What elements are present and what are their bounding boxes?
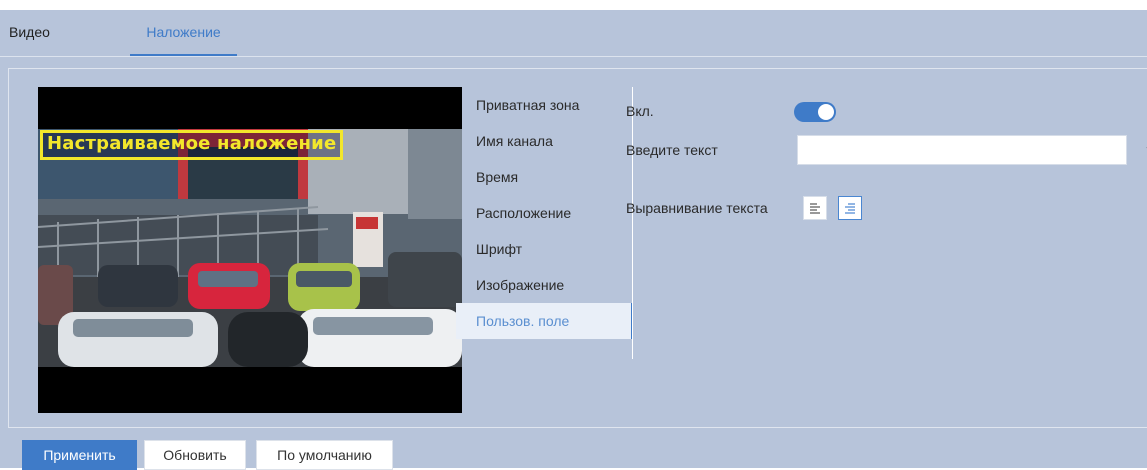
settings-panel: Видео Наложение Настраиваемое наложение … <box>0 10 1147 470</box>
menu-item-custom-field[interactable]: Пользов. поле <box>456 303 633 339</box>
custom-overlay-text: Настраиваемое наложение <box>40 130 344 160</box>
menu-item-font[interactable]: Шрифт <box>456 231 633 267</box>
apply-button[interactable]: Применить <box>22 440 137 470</box>
text-label: Введите текст <box>626 142 718 158</box>
overlay-content: Настраиваемое наложение Приватная зона И… <box>8 68 1147 428</box>
menu-item-channel-name[interactable]: Имя канала <box>456 123 633 159</box>
video-preview: Настраиваемое наложение <box>38 87 462 413</box>
align-right-icon <box>845 203 855 214</box>
menu-item-privacy-zone[interactable]: Приватная зона <box>456 87 633 123</box>
align-label: Выравнивание текста <box>626 200 768 216</box>
align-left-icon <box>810 203 820 214</box>
enable-toggle[interactable] <box>794 102 836 122</box>
tab-bar: Видео Наложение <box>0 10 1147 57</box>
tab-overlay[interactable]: Наложение <box>130 10 237 56</box>
refresh-button[interactable]: Обновить <box>144 440 246 470</box>
tab-video[interactable]: Видео <box>9 10 50 55</box>
menu-divider <box>632 87 633 359</box>
default-button[interactable]: По умолчанию <box>256 440 393 470</box>
align-right-button[interactable] <box>838 196 862 220</box>
overlay-menu: Приватная зона Имя канала Время Располож… <box>456 87 633 339</box>
enable-label: Вкл. <box>626 103 654 119</box>
menu-item-time[interactable]: Время <box>456 159 633 195</box>
menu-item-location[interactable]: Расположение <box>456 195 633 231</box>
menu-item-image[interactable]: Изображение <box>456 267 633 303</box>
custom-text-input[interactable] <box>797 135 1127 165</box>
align-left-button[interactable] <box>803 196 827 220</box>
